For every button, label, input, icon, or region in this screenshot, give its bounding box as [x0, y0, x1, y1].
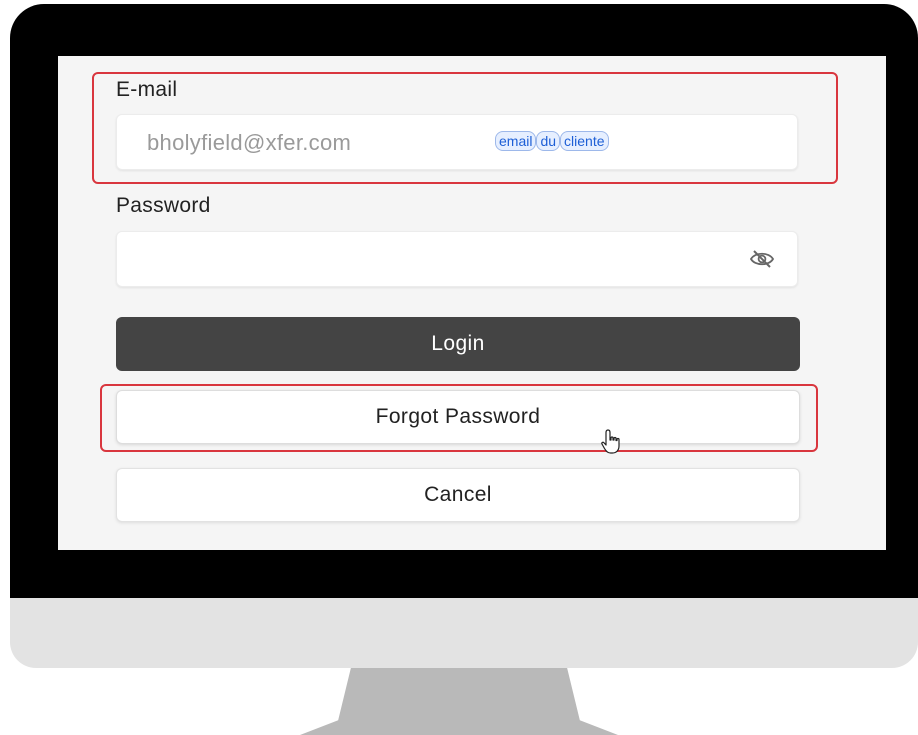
email-annotation-chips: email du cliente: [495, 131, 609, 151]
annotation-chip: cliente: [560, 131, 609, 151]
cancel-button[interactable]: Cancel: [116, 468, 800, 522]
annotation-chip: email: [495, 131, 537, 151]
monitor-stand: [300, 668, 618, 735]
password-field[interactable]: [116, 231, 798, 287]
login-button[interactable]: Login: [116, 317, 800, 371]
email-value: bholyfield@xfer.com: [147, 130, 352, 155]
monitor: E-mail bholyfield@xfer.com email du clie…: [10, 4, 918, 668]
annotation-chip: du: [536, 131, 561, 151]
forgot-password-button[interactable]: Forgot Password: [116, 390, 800, 444]
eye-slash-icon[interactable]: [749, 248, 775, 275]
password-label: Password: [116, 194, 211, 217]
monitor-chin: [10, 598, 918, 668]
email-field[interactable]: bholyfield@xfer.com email du cliente: [116, 114, 798, 170]
login-screen: E-mail bholyfield@xfer.com email du clie…: [58, 56, 886, 550]
email-label: E-mail: [116, 78, 178, 101]
hand-pointer-icon: [600, 428, 624, 461]
